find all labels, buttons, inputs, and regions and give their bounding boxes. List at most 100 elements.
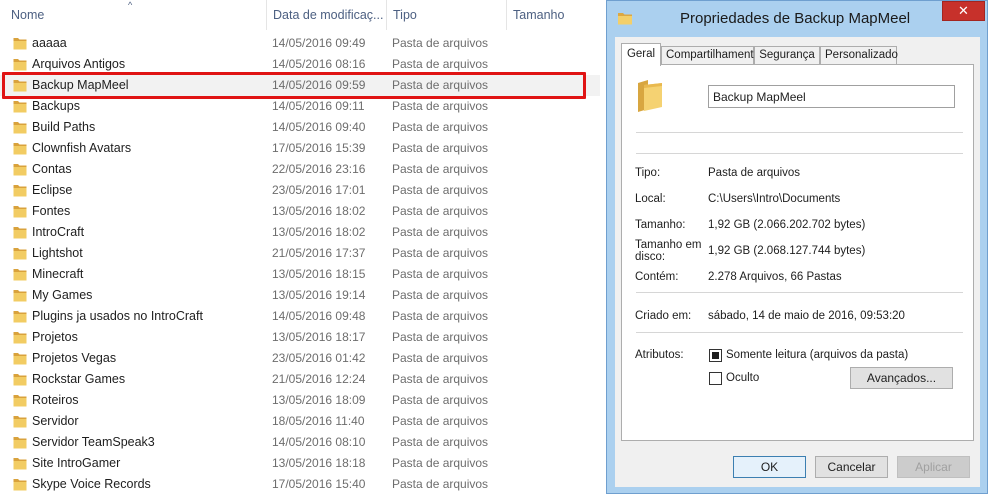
folder-icon	[13, 458, 27, 470]
size-label: Tamanho:	[635, 219, 686, 231]
file-row[interactable]: Roteiros 13/05/2016 18:09 Pasta de arquivo…	[0, 390, 600, 411]
column-header-size[interactable]: Tamanho	[506, 0, 596, 30]
file-explorer: ^ Nome Data de modificaç... Tipo Tamanho…	[0, 0, 600, 501]
folder-icon	[13, 143, 27, 155]
close-button[interactable]: ✕	[942, 1, 985, 21]
tab-geral[interactable]: Geral	[621, 43, 661, 66]
file-name: Fontes	[32, 204, 71, 218]
size-on-disk-value: 1,92 GB (2.068.127.744 bytes)	[708, 245, 866, 257]
file-row[interactable]: Lightshot 21/05/2016 17:37 Pasta de arquiv…	[0, 243, 600, 264]
file-type: Pasta de arquivos	[392, 225, 489, 239]
folder-icon	[638, 80, 662, 112]
file-date: 13/05/2016 18:02	[272, 204, 366, 218]
folder-icon	[13, 374, 27, 386]
file-row[interactable]: Build Paths 14/05/2016 09:40 Pasta de arqu…	[0, 117, 600, 138]
file-type: Pasta de arquivos	[392, 330, 489, 344]
file-name: Servidor TeamSpeak3	[32, 435, 155, 449]
file-row[interactable]: Projetos 13/05/2016 18:17 Pasta de arquivo…	[0, 327, 600, 348]
folder-icon	[13, 311, 27, 323]
tab-compartilhamento[interactable]: Compartilhamento	[661, 46, 760, 65]
file-row[interactable]: Site IntroGamer 13/05/2016 18:18 Pasta de …	[0, 453, 600, 474]
file-type: Pasta de arquivos	[392, 246, 489, 260]
file-row[interactable]: Skype Voice Records 17/05/2016 15:40 Pasta…	[0, 474, 600, 495]
folder-icon	[13, 269, 27, 281]
file-date: 21/05/2016 12:24	[272, 372, 366, 386]
file-name: Servidor	[32, 414, 79, 428]
file-type: Pasta de arquivos	[392, 99, 489, 113]
column-header-name[interactable]: Nome	[5, 0, 265, 30]
close-icon: ✕	[958, 3, 969, 18]
size-value: 1,92 GB (2.066.202.702 bytes)	[708, 219, 866, 231]
contains-label: Contém:	[635, 271, 679, 283]
file-date: 14/05/2016 09:48	[272, 309, 366, 323]
column-header-date[interactable]: Data de modificaç...	[266, 0, 386, 30]
location-value: C:\Users\Intro\Documents	[708, 193, 841, 205]
file-name: Contas	[32, 162, 72, 176]
folder-icon	[13, 206, 27, 218]
dialog-titlebar[interactable]: Propriedades de Backup MapMeel ✕	[607, 1, 987, 37]
file-row[interactable]: IntroCraft 13/05/2016 18:02 Pasta de arqui…	[0, 222, 600, 243]
readonly-checkbox[interactable]	[709, 349, 722, 362]
file-date: 13/05/2016 18:17	[272, 330, 366, 344]
file-type: Pasta de arquivos	[392, 36, 489, 50]
folder-icon	[618, 13, 632, 25]
file-type: Pasta de arquivos	[392, 351, 489, 365]
apply-button[interactable]: Aplicar	[897, 456, 970, 478]
file-date: 23/05/2016 17:01	[272, 183, 366, 197]
file-row[interactable]: Fontes 13/05/2016 18:02 Pasta de arquivos	[0, 201, 600, 222]
file-row[interactable]: aaaaa 14/05/2016 09:49 Pasta de arquivos	[0, 33, 600, 54]
file-date: 14/05/2016 09:59	[272, 78, 366, 92]
file-date: 13/05/2016 19:14	[272, 288, 366, 302]
dialog-body: Geral Compartilhamento Segurança Persona…	[615, 37, 980, 487]
file-row[interactable]: Backups 14/05/2016 09:11 Pasta de arquivos	[0, 96, 600, 117]
file-date: 21/05/2016 17:37	[272, 246, 366, 260]
dialog-title: Propriedades de Backup MapMeel	[680, 10, 911, 27]
file-row[interactable]: Servidor 18/05/2016 11:40 Pasta de arquivo…	[0, 411, 600, 432]
file-row[interactable]: Rockstar Games 21/05/2016 12:24 Pasta de a…	[0, 369, 600, 390]
attributes-label: Atributos:	[635, 349, 684, 361]
column-header-type[interactable]: Tipo	[386, 0, 506, 30]
folder-name-input[interactable]	[708, 85, 955, 108]
file-type: Pasta de arquivos	[392, 372, 489, 386]
file-row[interactable]: Minecraft 13/05/2016 18:15 Pasta de arquiv…	[0, 264, 600, 285]
hidden-checkbox[interactable]	[709, 372, 722, 385]
divider	[636, 292, 963, 293]
created-label: Criado em:	[635, 310, 692, 322]
file-type: Pasta de arquivos	[392, 267, 489, 281]
ok-button[interactable]: OK	[733, 456, 806, 478]
tab-seguranca[interactable]: Segurança	[754, 46, 820, 65]
file-row[interactable]: Projetos Vegas 23/05/2016 01:42 Pasta de a…	[0, 348, 600, 369]
file-name: Arquivos Antigos	[32, 57, 126, 71]
file-type: Pasta de arquivos	[392, 204, 489, 218]
file-row[interactable]: Contas 22/05/2016 23:16 Pasta de arquivos	[0, 159, 600, 180]
tab-personalizado[interactable]: Personalizado	[820, 46, 898, 65]
file-name: Projetos Vegas	[32, 351, 117, 365]
folder-icon	[13, 290, 27, 302]
file-date: 13/05/2016 18:02	[272, 225, 366, 239]
file-date: 23/05/2016 01:42	[272, 351, 366, 365]
file-row[interactable]: Clownfish Avatars 17/05/2016 15:39 Pasta d…	[0, 138, 600, 159]
file-date: 14/05/2016 09:11	[272, 99, 365, 113]
file-date: 14/05/2016 09:49	[272, 36, 366, 50]
file-row[interactable]: Plugins ja usados no IntroCraft 14/05/201…	[0, 306, 600, 327]
file-name: Eclipse	[32, 183, 73, 197]
file-row[interactable]: Backup MapMeel 14/05/2016 09:59 Pasta de a…	[0, 75, 600, 96]
file-type: Pasta de arquivos	[392, 183, 489, 197]
file-type: Pasta de arquivos	[392, 162, 489, 176]
cancel-button[interactable]: Cancelar	[815, 456, 888, 478]
folder-icon	[13, 164, 27, 176]
folder-icon	[13, 59, 27, 71]
file-row[interactable]: My Games 13/05/2016 19:14 Pasta de arquivo…	[0, 285, 600, 306]
advanced-button[interactable]: Avançados...	[850, 367, 953, 389]
file-name: Plugins ja usados no IntroCraft	[32, 309, 203, 323]
file-row[interactable]: Eclipse 23/05/2016 17:01 Pasta de arquivos	[0, 180, 600, 201]
file-name: Projetos	[32, 330, 78, 344]
file-row[interactable]: Arquivos Antigos 14/05/2016 08:16 Pasta de…	[0, 54, 600, 75]
divider	[636, 332, 963, 333]
folder-icon	[13, 332, 27, 344]
file-name: Rockstar Games	[32, 372, 126, 386]
file-row[interactable]: Servidor TeamSpeak3 14/05/2016 08:10 Pasta…	[0, 432, 600, 453]
location-label: Local:	[635, 193, 666, 205]
properties-dialog: Propriedades de Backup MapMeel ✕ Geral C…	[606, 0, 988, 494]
file-date: 18/05/2016 11:40	[272, 414, 365, 428]
